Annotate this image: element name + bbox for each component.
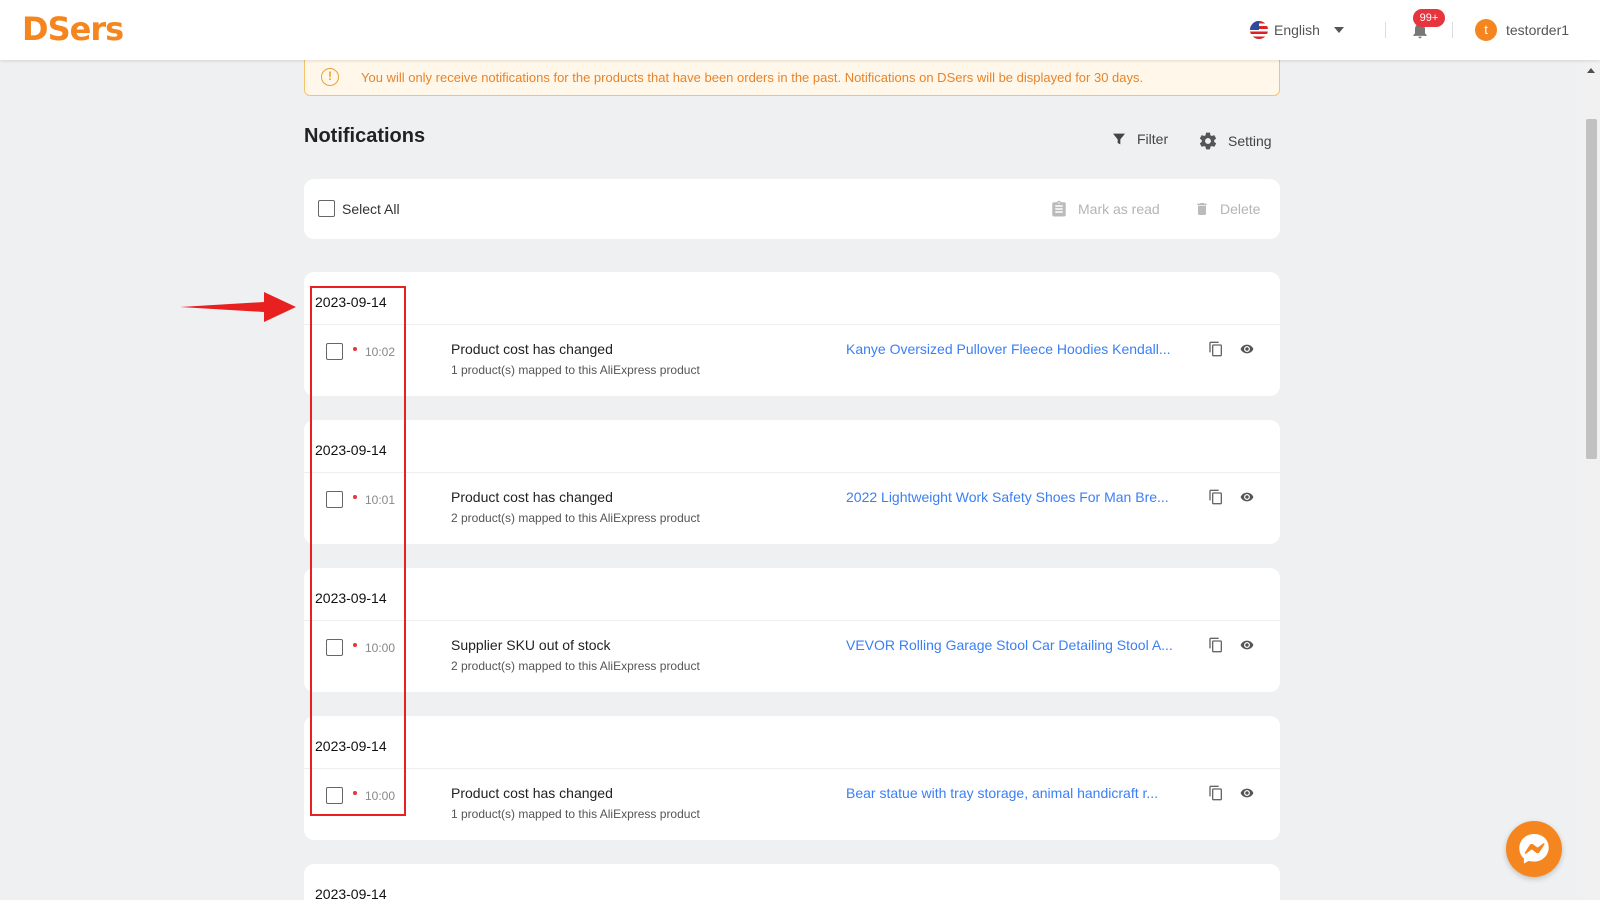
group-date: 2023-09-14	[315, 590, 387, 606]
product-link[interactable]: Kanye Oversized Pullover Fleece Hoodies …	[846, 341, 1171, 357]
notification-group: 2023-09-14 10:00 Supplier SKU out of sto…	[304, 568, 1280, 692]
divider	[304, 620, 1280, 621]
copy-icon[interactable]	[1208, 784, 1224, 802]
group-date: 2023-09-14	[315, 294, 387, 310]
row-checkbox[interactable]	[326, 491, 343, 508]
divider	[304, 472, 1280, 473]
unread-dot	[353, 495, 357, 499]
product-link[interactable]: VEVOR Rolling Garage Stool Car Detailing…	[846, 637, 1173, 653]
page-scrollbar[interactable]	[1583, 60, 1600, 900]
dsers-logo[interactable]: DSers	[22, 10, 124, 48]
notification-title: Product cost has changed	[451, 785, 613, 801]
header-divider	[1452, 22, 1453, 38]
eye-icon[interactable]	[1239, 490, 1255, 504]
delete-button[interactable]: Delete	[1194, 200, 1260, 218]
notification-time: 10:01	[365, 493, 396, 507]
annotation-arrow	[180, 292, 296, 322]
clipboard-icon	[1052, 200, 1066, 217]
notification-subtitle: 2 product(s) mapped to this AliExpress p…	[451, 659, 700, 673]
group-date: 2023-09-14	[315, 738, 387, 754]
header-divider	[1385, 22, 1386, 38]
row-checkbox[interactable]	[326, 639, 343, 656]
page-title: Notifications	[304, 125, 426, 147]
gear-icon	[1199, 132, 1217, 150]
notification-time: 10:02	[365, 345, 396, 359]
row-checkbox[interactable]	[326, 787, 343, 804]
notice-text: You will only receive notifications for …	[361, 69, 1144, 85]
language-selector[interactable]: English	[1250, 20, 1344, 40]
user-menu[interactable]: t testorder1	[1475, 19, 1569, 41]
delete-label: Delete	[1220, 201, 1261, 217]
mark-as-read-button[interactable]: Mark as read	[1050, 200, 1160, 218]
username: testorder1	[1506, 22, 1570, 38]
trash-icon	[1197, 203, 1207, 215]
group-date: 2023-09-14	[315, 442, 387, 458]
product-link[interactable]: Bear statue with tray storage, animal ha…	[846, 785, 1158, 801]
copy-icon[interactable]	[1208, 488, 1224, 506]
checkbox[interactable]	[318, 200, 335, 217]
chevron-down-icon	[1333, 27, 1344, 33]
messenger-chat-button[interactable]	[1506, 821, 1562, 877]
divider	[304, 324, 1280, 325]
eye-icon[interactable]	[1239, 638, 1255, 652]
setting-label: Setting	[1228, 133, 1272, 149]
setting-button[interactable]: Setting	[1198, 131, 1272, 151]
notification-title: Product cost has changed	[451, 489, 613, 505]
notification-badge: 99+	[1413, 9, 1445, 27]
filter-label: Filter	[1137, 131, 1169, 147]
notification-time: 10:00	[365, 789, 396, 803]
select-all-label: Select All	[342, 200, 400, 217]
unread-dot	[353, 643, 357, 647]
bulk-actions-bar: Select All Mark as read Delete	[304, 179, 1280, 239]
row-checkbox[interactable]	[326, 343, 343, 360]
scroll-up-arrow[interactable]	[1587, 68, 1595, 73]
top-header: DSers English 99+ t testorder1	[0, 0, 1600, 60]
group-date: 2023-09-14	[315, 886, 387, 900]
select-all-checkbox[interactable]: Select All	[318, 200, 400, 217]
copy-icon[interactable]	[1208, 340, 1224, 358]
copy-icon[interactable]	[1208, 636, 1224, 654]
divider	[304, 768, 1280, 769]
unread-dot	[353, 347, 357, 351]
unread-dot	[353, 791, 357, 795]
notification-title: Product cost has changed	[451, 341, 613, 357]
notification-title: Supplier SKU out of stock	[451, 637, 611, 653]
notification-group: 2023-09-14 10:00 Product cost has change…	[304, 716, 1280, 840]
mark-as-read-label: Mark as read	[1078, 201, 1160, 217]
product-link[interactable]: 2022 Lightweight Work Safety Shoes For M…	[846, 489, 1169, 505]
messenger-icon	[1519, 834, 1549, 864]
notification-group: 2023-09-14 10:01 Product cost has change…	[304, 420, 1280, 544]
us-flag-icon	[1250, 21, 1268, 39]
notification-subtitle: 1 product(s) mapped to this AliExpress p…	[451, 807, 700, 821]
notification-time: 10:00	[365, 641, 396, 655]
scroll-thumb[interactable]	[1586, 119, 1597, 459]
eye-icon[interactable]	[1239, 786, 1255, 800]
info-icon: !	[321, 68, 339, 86]
notification-group: 2023-09-14	[304, 864, 1280, 900]
eye-icon[interactable]	[1239, 342, 1255, 356]
notification-subtitle: 1 product(s) mapped to this AliExpress p…	[451, 363, 700, 377]
filter-icon	[1113, 133, 1125, 145]
filter-button[interactable]: Filter	[1111, 131, 1168, 147]
language-label: English	[1274, 22, 1320, 38]
notification-group: 2023-09-14 10:02 Product cost has change…	[304, 272, 1280, 396]
avatar: t	[1475, 19, 1497, 41]
notification-subtitle: 2 product(s) mapped to this AliExpress p…	[451, 511, 700, 525]
